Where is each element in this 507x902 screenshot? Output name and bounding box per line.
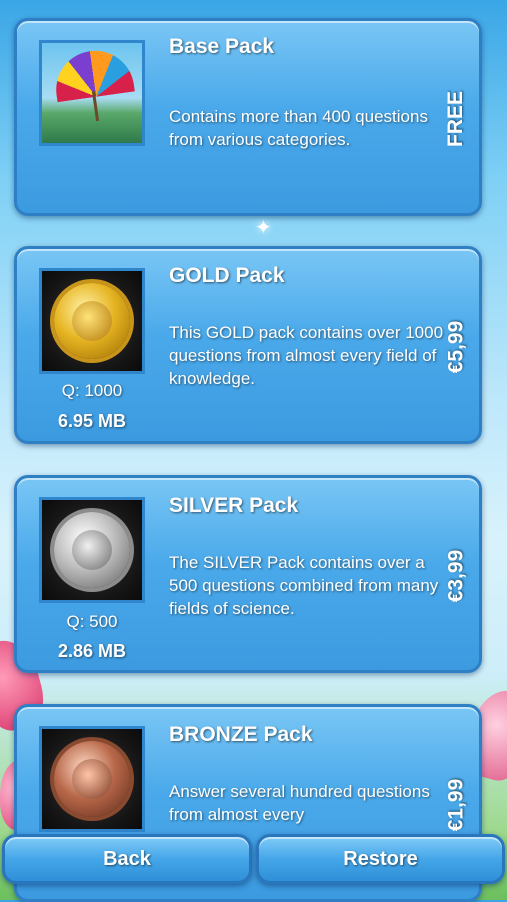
gold-pack-thumbnail <box>39 268 145 374</box>
bronze-pack-thumbnail <box>39 726 145 832</box>
pack-title: BRONZE Pack <box>169 723 313 746</box>
gold-globe-medal-icon <box>54 283 130 359</box>
pack-price[interactable]: €5,99 <box>441 287 471 407</box>
pack-description: The SILVER Pack contains over a 500 ques… <box>169 553 439 618</box>
download-size: 6.95 MB <box>57 411 127 431</box>
bottom-button-bar: Back Restore <box>0 826 507 900</box>
pack-title: GOLD Pack <box>169 264 285 287</box>
pack-card-gold[interactable]: Q: 1000 6.95 MB GOLD Pack This GOLD pack… <box>14 246 482 444</box>
question-count: Q: 1000 <box>61 381 123 400</box>
pack-price[interactable]: FREE <box>441 59 471 179</box>
back-button[interactable]: Back <box>2 834 252 884</box>
pack-title: Base Pack <box>169 35 275 58</box>
download-size: 2.86 MB <box>57 641 127 661</box>
sparkle-decoration: ✦ <box>255 217 272 239</box>
pack-card-silver[interactable]: Q: 500 2.86 MB SILVER Pack The SILVER Pa… <box>14 475 482 673</box>
pack-description: Contains more than 400 questions from va… <box>169 107 428 149</box>
pack-price[interactable]: €3,99 <box>441 516 471 636</box>
bronze-globe-medal-icon <box>54 741 130 817</box>
pack-description: This GOLD pack contains over 1000 questi… <box>169 323 444 388</box>
silver-pack-thumbnail <box>39 497 145 603</box>
silver-globe-medal-icon <box>54 512 130 588</box>
pack-description: Answer several hundred questions from al… <box>169 782 430 824</box>
pack-card-base[interactable]: Base Pack Contains more than 400 questio… <box>14 18 482 216</box>
restore-button[interactable]: Restore <box>256 834 505 884</box>
pack-title: SILVER Pack <box>169 494 299 517</box>
question-count: Q: 500 <box>66 612 118 631</box>
umbrella-thumbnail <box>39 40 145 146</box>
